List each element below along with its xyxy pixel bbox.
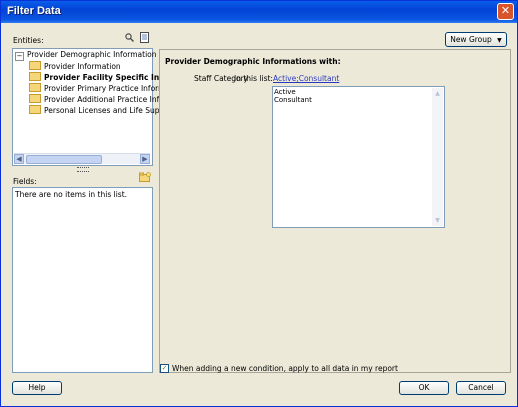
folder-icon (29, 94, 41, 103)
dropdown-arrow-icon: ▼ (497, 37, 502, 44)
folder-icon (29, 83, 41, 92)
scroll-right-button[interactable]: ▶ (140, 154, 150, 164)
window-title: Filter Data (7, 5, 61, 17)
condition-values-listbox[interactable]: Active Consultant ▲ ▼ (272, 86, 445, 228)
horizontal-scrollbar[interactable]: ◀ ▶ (14, 153, 150, 164)
scroll-down-button[interactable]: ▼ (432, 215, 443, 226)
new-group-label: New Group (450, 35, 492, 44)
splitter-handle[interactable] (77, 167, 89, 172)
tree-item[interactable]: Provider Additional Practice Inform (29, 94, 174, 105)
ok-button[interactable]: OK (399, 381, 449, 395)
tree-item-label: Provider Information (44, 62, 121, 71)
apply-all-checkbox[interactable]: ✓ (160, 364, 169, 373)
scroll-thumb[interactable] (26, 155, 102, 164)
cancel-button[interactable]: Cancel (456, 381, 506, 395)
search-icon[interactable] (125, 33, 134, 42)
fields-label: Fields: (13, 177, 37, 186)
folder-icon (29, 61, 41, 70)
tree-item-label: Provider Additional Practice Inform (44, 95, 175, 104)
list-item[interactable]: Active (274, 88, 296, 96)
new-folder-icon[interactable] (139, 172, 151, 182)
tree-item-label: Provider Primary Practice Informa (44, 84, 171, 93)
entities-tree[interactable]: − Provider Demographic Information Provid… (12, 48, 174, 166)
apply-all-label: When adding a new condition, apply to al… (172, 364, 398, 373)
tree-item[interactable]: Provider Facility Specific Info (29, 72, 168, 83)
scroll-left-button[interactable]: ◀ (14, 154, 24, 164)
folder-icon (29, 72, 41, 81)
collapse-icon[interactable]: − (15, 52, 24, 61)
close-button[interactable]: ✕ (497, 3, 514, 20)
help-button[interactable]: Help (12, 381, 62, 395)
condition-panel: Provider Demographic Informations with: … (159, 49, 511, 373)
entities-label: Entities: (13, 36, 44, 45)
document-icon[interactable] (140, 32, 150, 43)
condition-operator: In this list: (234, 74, 273, 83)
folder-icon (29, 105, 41, 114)
fields-empty-text: There are no items in this list. (15, 190, 128, 199)
fields-list[interactable]: There are no items in this list. (12, 187, 153, 373)
tree-item[interactable]: Personal Licenses and Life Suppor (29, 105, 172, 116)
new-group-button[interactable]: New Group ▼ (445, 32, 507, 47)
tree-root-label: Provider Demographic Information (27, 50, 157, 59)
scroll-up-button[interactable]: ▲ (432, 88, 443, 99)
tree-item[interactable]: Provider Primary Practice Informa (29, 83, 170, 94)
title-bar: Filter Data ✕ (1, 1, 517, 23)
filter-data-dialog: Filter Data ✕ Entities: − Provider Demogr… (0, 0, 518, 407)
tree-item[interactable]: Provider Information (29, 61, 121, 72)
condition-value-link[interactable]: Active;Consultant (273, 74, 339, 83)
condition-group-title: Provider Demographic Informations with: (165, 57, 341, 66)
list-item[interactable]: Consultant (274, 96, 312, 104)
vertical-scrollbar[interactable]: ▲ ▼ (432, 88, 443, 226)
tree-item-label: Personal Licenses and Life Suppor (44, 106, 172, 115)
tree-item-label: Provider Facility Specific Info (44, 73, 168, 82)
tree-root-item[interactable]: − Provider Demographic Information (15, 50, 157, 61)
